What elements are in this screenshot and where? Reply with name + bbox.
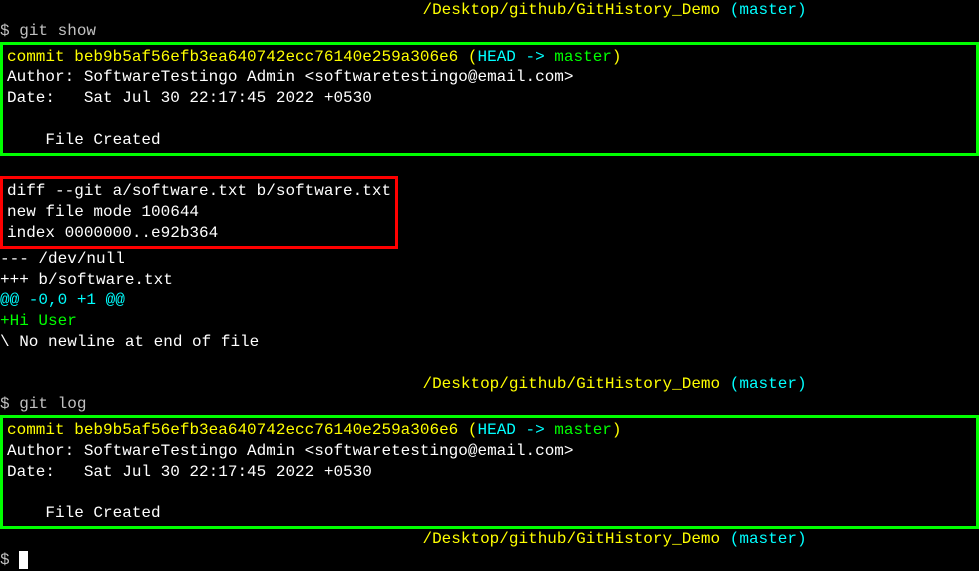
date-line: Date: Sat Jul 30 22:17:45 2022 +0530	[7, 462, 972, 483]
command-line[interactable]: $ git log	[0, 394, 979, 415]
head-ref: HEAD ->	[477, 421, 554, 439]
branch-master: master	[554, 421, 612, 439]
close-paren: )	[612, 48, 622, 66]
git-show-command: git show	[19, 22, 96, 40]
date-line: Date: Sat Jul 30 22:17:45 2022 +0530	[7, 88, 972, 109]
branch: (master)	[730, 530, 807, 548]
diff-add: +Hi User	[0, 311, 979, 332]
prompt-dollar: $	[0, 22, 10, 40]
diff-mode: new file mode 100644	[7, 202, 391, 223]
prompt-line: /Desktop/github/GitHistory_Demo (master)	[0, 529, 979, 550]
head-ref: HEAD ->	[477, 48, 554, 66]
blank-line	[0, 156, 979, 177]
open-paren: (	[458, 421, 477, 439]
diff-index: index 0000000..e92b364	[7, 223, 391, 244]
blank-line	[7, 483, 972, 504]
path: /Desktop/github/GitHistory_Demo	[422, 1, 720, 19]
hidden-user-host	[0, 529, 422, 550]
commit-hash: beb9b5af56efb3ea640742ecc76140e259a306e6	[74, 48, 458, 66]
commit-label: commit	[7, 421, 74, 439]
hidden-user-host	[0, 0, 422, 21]
prompt-line: /Desktop/github/GitHistory_Demo (master)	[0, 0, 979, 21]
diff-hunk: @@ -0,0 +1 @@	[0, 290, 979, 311]
terminal-window: /Desktop/github/GitHistory_Demo (master)…	[0, 0, 979, 571]
path: /Desktop/github/GitHistory_Demo	[422, 375, 720, 393]
commit-line: commit beb9b5af56efb3ea640742ecc76140e25…	[7, 420, 972, 441]
diff-header-wrapper: diff --git a/software.txt b/software.txt…	[0, 176, 979, 248]
cursor	[19, 551, 28, 569]
branch: (master)	[730, 1, 807, 19]
prompt-line: /Desktop/github/GitHistory_Demo (master)	[0, 374, 979, 395]
prompt-dollar: $	[0, 551, 10, 569]
commit-line: commit beb9b5af56efb3ea640742ecc76140e25…	[7, 47, 972, 68]
path: /Desktop/github/GitHistory_Demo	[422, 530, 720, 548]
commit-message: File Created	[7, 503, 972, 524]
diff-noeol: \ No newline at end of file	[0, 332, 979, 353]
command-line[interactable]: $ git show	[0, 21, 979, 42]
open-paren: (	[458, 48, 477, 66]
prompt-dollar: $	[0, 395, 10, 413]
commit-label: commit	[7, 48, 74, 66]
author-line: Author: SoftwareTestingo Admin <software…	[7, 67, 972, 88]
commit-info-box: commit beb9b5af56efb3ea640742ecc76140e25…	[0, 42, 979, 156]
diff-header-box: diff --git a/software.txt b/software.txt…	[0, 176, 398, 248]
diff-header: diff --git a/software.txt b/software.txt	[7, 181, 391, 202]
commit-hash: beb9b5af56efb3ea640742ecc76140e259a306e6	[74, 421, 458, 439]
blank-line	[0, 353, 979, 374]
commit-info-box: commit beb9b5af56efb3ea640742ecc76140e25…	[0, 415, 979, 529]
commit-message: File Created	[7, 130, 972, 151]
branch-master: master	[554, 48, 612, 66]
hidden-user-host	[0, 374, 422, 395]
diff-from: --- /dev/null	[0, 249, 979, 270]
git-log-command: git log	[19, 395, 86, 413]
branch: (master)	[730, 375, 807, 393]
blank-line	[7, 109, 972, 130]
diff-to: +++ b/software.txt	[0, 270, 979, 291]
close-paren: )	[612, 421, 622, 439]
author-line: Author: SoftwareTestingo Admin <software…	[7, 441, 972, 462]
command-line[interactable]: $	[0, 550, 979, 571]
